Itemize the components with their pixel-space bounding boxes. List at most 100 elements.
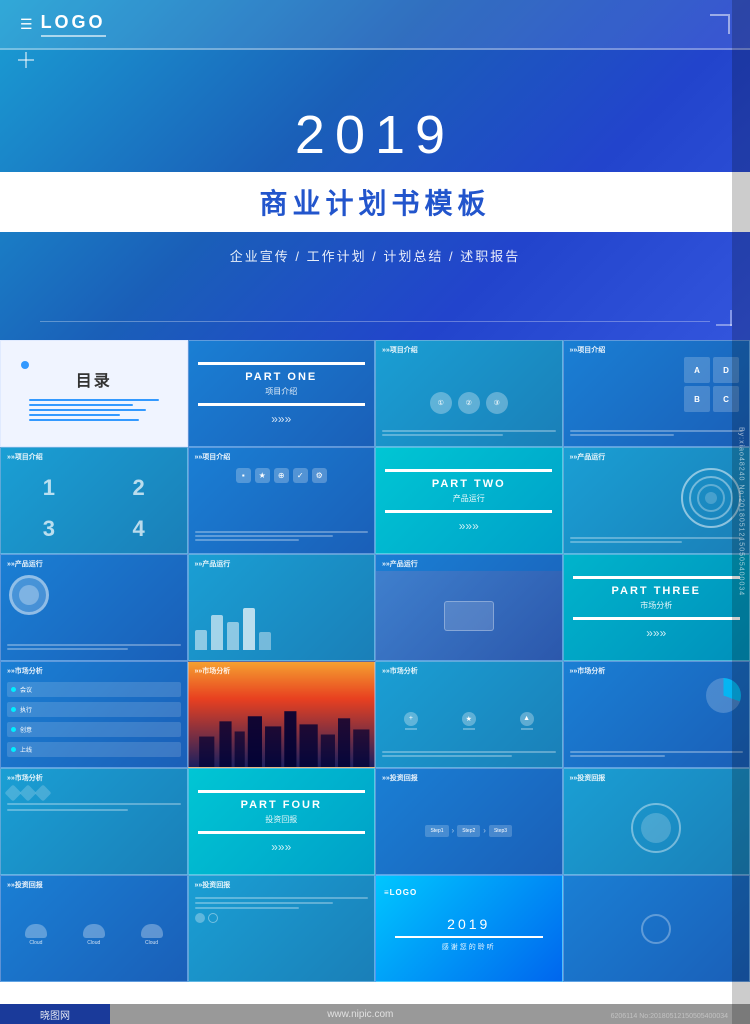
slide-part-two: PART TWO 产品运行 »»» (375, 447, 563, 554)
slide-label: »»投资回报 (570, 773, 606, 783)
slide-label: »»市场分析 (382, 666, 418, 676)
corner-decoration-br (716, 310, 732, 326)
slide-project-intro-1: »»项目介绍 ① ② ③ (375, 340, 563, 447)
slide-label: »»产品运行 (382, 559, 418, 569)
slide-text-lines6 (570, 749, 744, 759)
header-bottom-line (40, 321, 710, 322)
slide-product-laptop: »»产品运行 (375, 554, 563, 661)
slide-thankyou: ≡LOGO 2019 感谢您的聆听 (375, 875, 563, 982)
invest-content-1: Step1 › Step2 › Step3 (376, 787, 562, 874)
slide-toc: 目录 (0, 340, 188, 447)
slide-text-lines2 (570, 428, 744, 438)
slide-text-lines5 (382, 749, 556, 759)
decorative-circle (641, 914, 671, 944)
slide-city-photo: »»市场分析 (188, 661, 376, 768)
icon-network: ⊕ (274, 468, 289, 483)
icons-row: ▪ ★ ⊕ ✓ ⚙ (189, 468, 375, 483)
slide-text-lines (382, 428, 556, 438)
part-chevrons: »»» (271, 412, 291, 426)
cloud-icons: Cloud Cloud Cloud (7, 894, 181, 975)
slide-part-one: PART ONE 项目介绍 »»» (188, 340, 376, 447)
diamond-3 (35, 785, 52, 802)
cloud-1 (25, 924, 47, 938)
bullet (11, 707, 16, 712)
id-watermark: 6206114 No:20180512150505400034 (611, 1005, 728, 1023)
id-text: 6206114 No:20180512150505400034 (611, 1013, 728, 1020)
slide-text-lines4 (7, 642, 181, 652)
part-four-bottom (198, 831, 365, 834)
slides-section: 目录 PART ONE 项目介绍 »»» (0, 340, 750, 1024)
toc-items (29, 399, 159, 421)
part-two-bottom (385, 510, 552, 513)
slide-label: »»项目介绍 (7, 452, 43, 462)
side-watermark-text: By:xiao48240 No:20180512150505400034 (738, 427, 745, 596)
slide-bars (195, 529, 369, 543)
part-three-chevrons: »»» (646, 626, 666, 640)
slide-market-3: »»市场分析 + ★ ▲ (375, 661, 563, 768)
slide-label: »»项目介绍 (570, 345, 606, 355)
slide-product-run-2: »»产品运行 (0, 554, 188, 661)
part-two-title: PART TWO (432, 478, 506, 490)
slide-blank (563, 875, 750, 982)
part-one-cn: 项目介绍 (265, 386, 297, 397)
numbers-grid: 1 2 3 4 (1, 464, 187, 553)
invest-content-4 (195, 894, 369, 975)
main-wrapper: ☰ LOGO 2019 商业计划书模板 企业宣传 / 工作计划 / 计划总结 /… (0, 0, 750, 1024)
toc-bullet (21, 361, 29, 369)
bar-chart (195, 600, 369, 650)
cloud-2 (83, 924, 105, 938)
abcd-grid: A D B C (684, 357, 739, 412)
toc-title: 目录 (76, 367, 112, 391)
slides-grid: 目录 PART ONE 项目介绍 »»» (0, 340, 750, 982)
subtitle-text: 企业宣传 / 工作计划 / 计划总结 / 述职报告 (230, 249, 521, 264)
header-line (0, 48, 750, 50)
laptop-screen (444, 601, 494, 631)
slide-project-icons: »»项目介绍 ▪ ★ ⊕ ✓ ⚙ (188, 447, 376, 554)
logo-text: LOGO (41, 12, 106, 37)
bullet (11, 727, 16, 732)
slide-text-lines3 (570, 535, 744, 545)
part-three-bottom (573, 617, 740, 620)
subtitle-area: 企业宣传 / 工作计划 / 计划总结 / 述职报告 (230, 246, 521, 266)
part-two-chevrons: »»» (459, 519, 479, 533)
corner-decoration (710, 14, 730, 34)
thankyou-logo: ≡LOGO (384, 882, 417, 900)
slide-label: »»市场分析 (7, 773, 43, 783)
xiaomao-text: 晓图网 (40, 1007, 70, 1022)
part-four-title: PART FOUR (241, 799, 322, 811)
title-cn: 商业计划书模板 (259, 188, 490, 219)
slide-market-5: »»市场分析 (0, 768, 188, 875)
part-bottom-bar (198, 403, 365, 406)
bullet (11, 747, 16, 752)
slide-label: »»市场分析 (195, 666, 231, 676)
slide-invest-3: »»投资回报 Cloud Cloud Cloud (0, 875, 188, 982)
slide-market-1: »»市场分析 会议 执行 创意 (0, 661, 188, 768)
slide-market-4: »»市场分析 (563, 661, 750, 768)
title-bar: 商业计划书模板 (0, 172, 750, 232)
part-three-cn: 市场分析 (640, 600, 672, 611)
slide-label: »»投资回报 (195, 880, 231, 890)
market-content-5 (7, 787, 181, 868)
bullet (11, 687, 16, 692)
laptop-placeholder (376, 571, 562, 660)
slide-label: »»投资回报 (7, 880, 43, 890)
slide-label: »»市场分析 (570, 666, 606, 676)
part-four-chevrons: »»» (271, 840, 291, 854)
invest-diagram (631, 803, 681, 853)
xiaomao-brand: 晓图网 (0, 1004, 110, 1024)
slide-label: »»市场分析 (7, 666, 43, 676)
icon-circle-2: ★ (462, 712, 476, 726)
header: ☰ LOGO 2019 商业计划书模板 企业宣传 / 工作计划 / 计划总结 /… (0, 0, 750, 340)
thankyou-year: 2019 (447, 916, 490, 932)
slide-invest-2: »»投资回报 (563, 768, 750, 875)
slide-label: »»产品运行 (7, 559, 43, 569)
icon-circle-1: + (404, 712, 418, 726)
city-skyline (189, 696, 375, 767)
part-top-bar (198, 362, 365, 365)
icon-bar-chart: ▪ (236, 468, 251, 483)
slide-label: »»产品运行 (195, 559, 231, 569)
slide-invest-1: »»投资回报 Step1 › Step2 › Step3 (375, 768, 563, 875)
icon-gear: ⚙ (312, 468, 327, 483)
slide-label: »»项目介绍 (195, 452, 231, 462)
right-watermark-bar: By:xiao48240 No:20180512150505400034 (732, 0, 750, 1024)
